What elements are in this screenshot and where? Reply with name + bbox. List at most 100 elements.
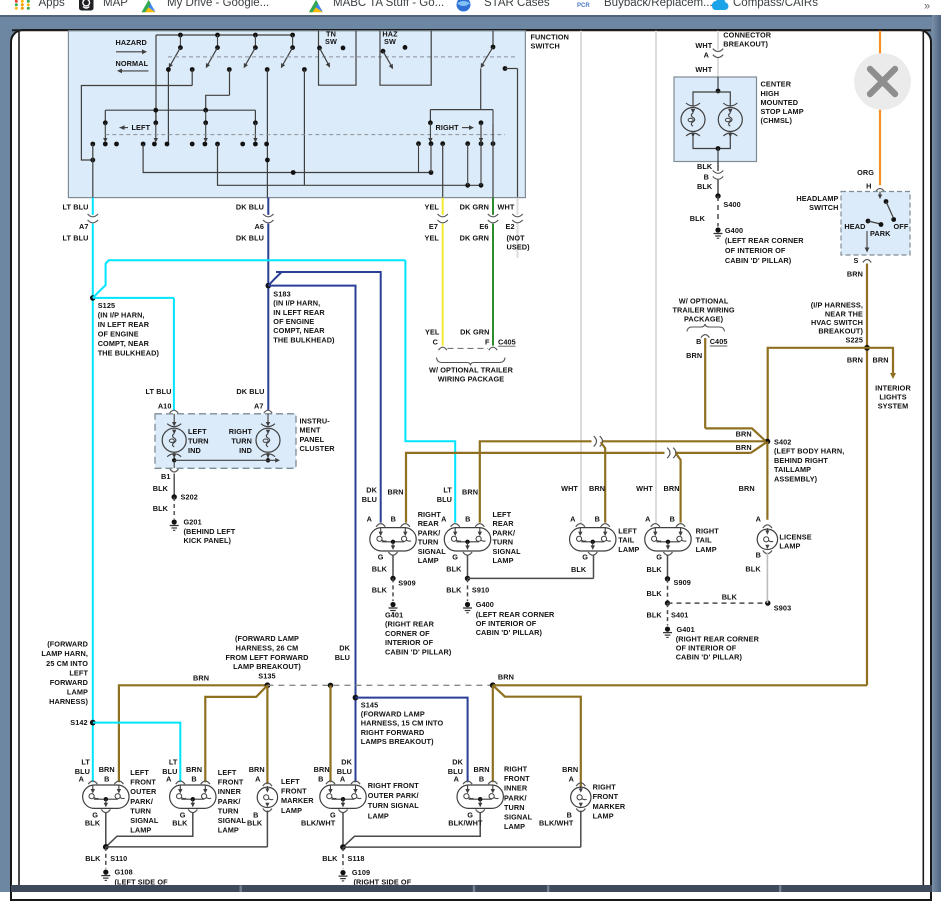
svg-text:S910: S910 xyxy=(472,585,489,594)
svg-text:BRN: BRN xyxy=(736,430,752,439)
svg-text:CABIN 'D' PILLAR): CABIN 'D' PILLAR) xyxy=(725,256,792,265)
svg-text:B: B xyxy=(756,551,761,560)
svg-text:(BEHIND LEFT: (BEHIND LEFT xyxy=(184,527,236,536)
svg-text:BLK: BLK xyxy=(247,819,263,828)
svg-text:BLK: BLK xyxy=(647,565,663,574)
svg-text:DK GRN: DK GRN xyxy=(460,202,489,211)
svg-text:BRN: BRN xyxy=(686,351,702,360)
svg-text:WIRING PACKAGE: WIRING PACKAGE xyxy=(438,375,505,384)
svg-text:BRN: BRN xyxy=(498,673,514,682)
svg-text:FUNCTION: FUNCTION xyxy=(531,32,570,41)
svg-text:IND: IND xyxy=(239,446,252,455)
svg-text:IN LEFT REAR: IN LEFT REAR xyxy=(98,320,150,329)
svg-text:A6: A6 xyxy=(254,222,264,231)
svg-text:LAMP: LAMP xyxy=(418,556,439,565)
svg-text:LT BLU: LT BLU xyxy=(63,234,89,243)
svg-text:SIGNAL: SIGNAL xyxy=(218,816,247,825)
svg-text:S202: S202 xyxy=(181,493,198,502)
svg-text:ORG: ORG xyxy=(857,168,874,177)
svg-text:S110: S110 xyxy=(110,854,127,863)
svg-text:BLK: BLK xyxy=(153,504,169,513)
svg-text:A: A xyxy=(367,515,373,524)
svg-text:BLK: BLK xyxy=(85,819,101,828)
svg-text:(LEFT REAR CORNER: (LEFT REAR CORNER xyxy=(476,610,555,619)
svg-text:OF INTERIOR OF: OF INTERIOR OF xyxy=(676,643,737,652)
svg-text:LAMP: LAMP xyxy=(593,811,614,820)
svg-text:TURN SIGNAL: TURN SIGNAL xyxy=(368,801,419,810)
svg-text:CABIN 'D' PILLAR): CABIN 'D' PILLAR) xyxy=(385,648,452,657)
svg-text:W/ OPTIONAL: W/ OPTIONAL xyxy=(679,296,729,305)
svg-text:LEFT: LEFT xyxy=(493,510,512,519)
svg-text:LAMP: LAMP xyxy=(504,822,525,831)
svg-text:LEFT: LEFT xyxy=(618,527,637,536)
svg-text:A: A xyxy=(340,775,346,784)
svg-text:BLK: BLK xyxy=(690,214,706,223)
svg-text:PARK/: PARK/ xyxy=(504,793,527,802)
svg-text:S903: S903 xyxy=(774,603,791,612)
svg-text:BLU: BLU xyxy=(335,653,350,662)
svg-text:BRN: BRN xyxy=(474,765,490,774)
svg-text:LT BLU: LT BLU xyxy=(146,387,172,396)
svg-text:HARNESS, 26 CM: HARNESS, 26 CM xyxy=(236,643,299,652)
svg-text:LAMP: LAMP xyxy=(779,542,800,551)
svg-text:BLK: BLK xyxy=(153,484,169,493)
svg-text:BRN: BRN xyxy=(736,443,752,452)
svg-text:TURN: TURN xyxy=(218,806,239,815)
svg-text:LAMP HARN,: LAMP HARN, xyxy=(41,649,88,658)
svg-text:LEFT: LEFT xyxy=(130,768,149,777)
svg-text:BLK: BLK xyxy=(446,564,462,573)
svg-text:BRN: BRN xyxy=(847,270,863,279)
svg-text:HEADLAMP: HEADLAMP xyxy=(796,194,838,203)
svg-text:RIGHT: RIGHT xyxy=(229,427,253,436)
svg-text:REAR: REAR xyxy=(418,519,440,528)
svg-text:INNER: INNER xyxy=(504,784,528,793)
svg-text:OF ENGINE: OF ENGINE xyxy=(273,317,314,326)
svg-text:A: A xyxy=(570,515,576,524)
svg-text:WHT: WHT xyxy=(498,202,515,211)
svg-text:(IN I/P HARN,: (IN I/P HARN, xyxy=(98,311,145,320)
svg-text:OFF: OFF xyxy=(894,222,909,231)
svg-text:(NOT: (NOT xyxy=(507,234,526,243)
svg-text:S909: S909 xyxy=(674,578,691,587)
svg-text:BLK: BLK xyxy=(172,819,188,828)
svg-text:F: F xyxy=(485,337,490,346)
svg-text:DK GRN: DK GRN xyxy=(460,234,489,243)
svg-text:BRN: BRN xyxy=(193,674,209,683)
svg-text:TURN: TURN xyxy=(188,436,209,445)
svg-text:BRN: BRN xyxy=(664,484,680,493)
svg-text:MOUNTED: MOUNTED xyxy=(761,98,799,107)
svg-text:G201: G201 xyxy=(184,518,202,527)
svg-text:LT: LT xyxy=(169,757,178,766)
svg-text:BLU: BLU xyxy=(437,495,452,504)
svg-text:YEL: YEL xyxy=(425,234,440,243)
svg-text:SW: SW xyxy=(325,37,337,46)
svg-text:CABIN 'D' PILLAR): CABIN 'D' PILLAR) xyxy=(676,653,743,662)
svg-text:B1: B1 xyxy=(161,472,171,481)
svg-text:INNER: INNER xyxy=(218,787,242,796)
svg-text:WHT: WHT xyxy=(695,65,712,74)
svg-text:LT: LT xyxy=(81,757,90,766)
svg-text:S183: S183 xyxy=(273,289,290,298)
svg-text:BLK: BLK xyxy=(697,182,713,191)
svg-text:G: G xyxy=(452,552,458,561)
svg-text:(I/P HARNESS,: (I/P HARNESS, xyxy=(811,301,863,310)
svg-text:G400: G400 xyxy=(476,600,494,609)
svg-text:LAMP: LAMP xyxy=(218,826,239,835)
svg-text:TURN: TURN xyxy=(231,436,252,445)
svg-text:DK: DK xyxy=(452,757,463,766)
svg-text:FRONT: FRONT xyxy=(218,778,244,787)
svg-text:(RIGHT REAR: (RIGHT REAR xyxy=(385,620,435,629)
svg-text:RIGHT: RIGHT xyxy=(418,510,442,519)
svg-text:LAMP: LAMP xyxy=(67,688,88,697)
svg-text:THE BULKHEAD): THE BULKHEAD) xyxy=(98,349,160,358)
svg-text:DK BLU: DK BLU xyxy=(236,234,264,243)
svg-text:CENTER: CENTER xyxy=(761,80,792,89)
svg-text:(LEFT REAR CORNER: (LEFT REAR CORNER xyxy=(725,236,804,245)
svg-text:IND: IND xyxy=(188,446,201,455)
svg-text:BLK: BLK xyxy=(372,585,388,594)
svg-text:TURN: TURN xyxy=(493,538,514,547)
svg-text:BLK: BLK xyxy=(571,565,587,574)
svg-text:USED): USED) xyxy=(507,243,531,252)
svg-text:THE BULKHEAD): THE BULKHEAD) xyxy=(273,335,335,344)
svg-text:PACKAGE): PACKAGE) xyxy=(684,314,724,323)
